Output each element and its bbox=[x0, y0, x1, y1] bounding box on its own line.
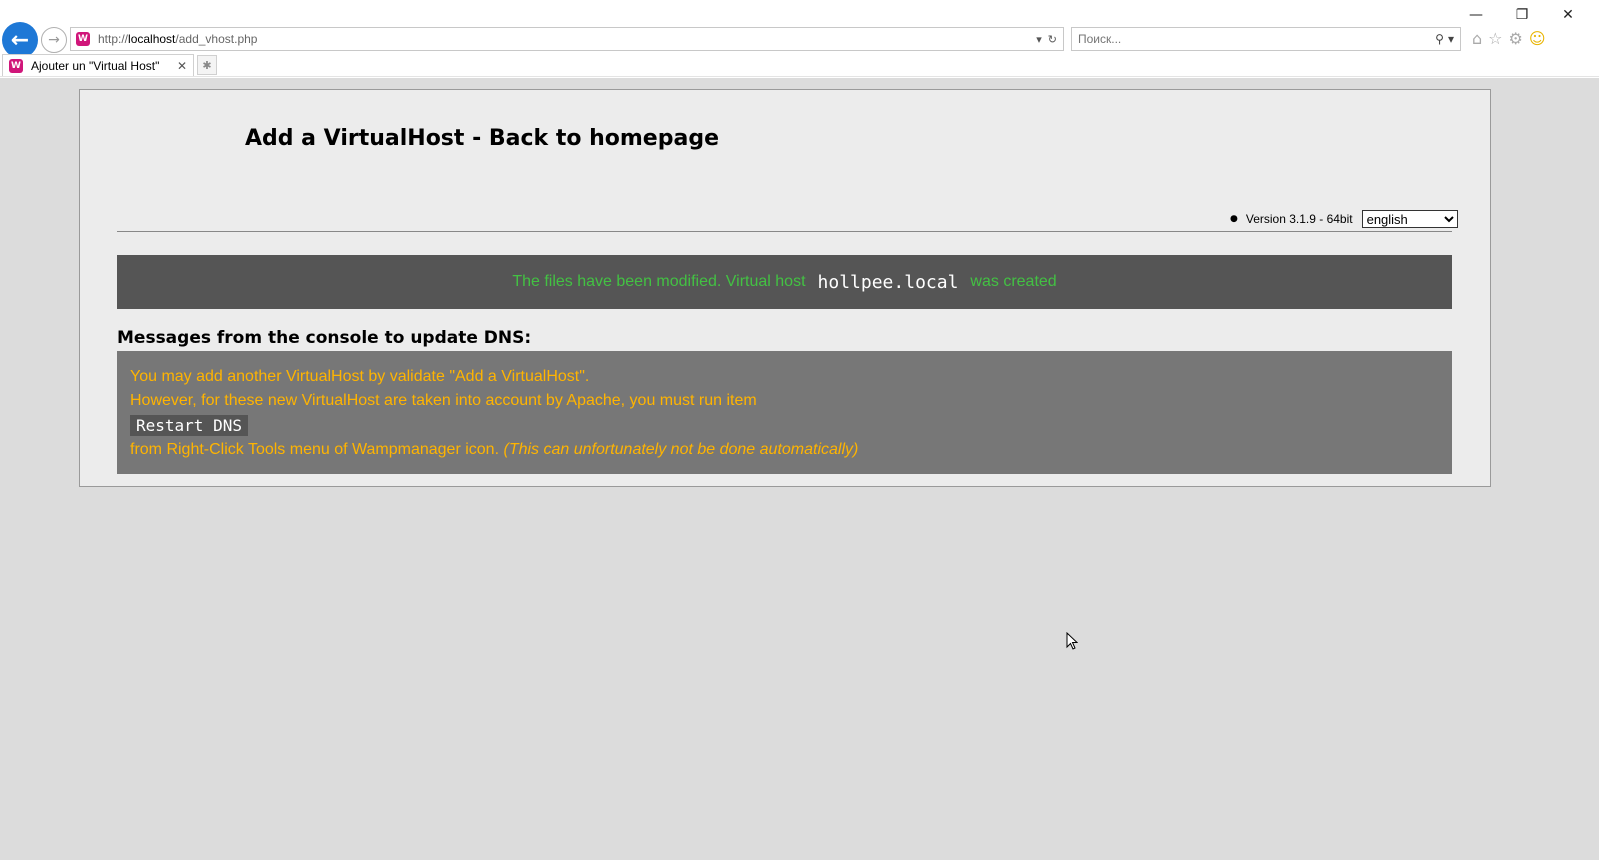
tab-active[interactable]: W Ajouter un "Virtual Host" ✕ bbox=[2, 54, 194, 76]
smiley-icon[interactable]: ☺ bbox=[1529, 29, 1546, 48]
new-tab-icon[interactable]: ✱ bbox=[197, 55, 217, 75]
version-row: ● Version 3.1.9 - 64bit english bbox=[1230, 210, 1458, 228]
mouse-cursor-icon bbox=[1066, 632, 1078, 650]
browser-chrome: — ❐ ✕ ← → W http://localhost/add_vhost.p… bbox=[0, 0, 1599, 78]
dns-line-3: from Right-Click Tools menu of Wampmanag… bbox=[130, 441, 859, 458]
window-controls: — ❐ ✕ bbox=[1453, 4, 1591, 26]
address-bar[interactable]: W http://localhost/add_vhost.php ▾ ↻ bbox=[70, 27, 1064, 51]
chrome-divider bbox=[0, 76, 1599, 77]
search-bar[interactable]: ⚲ ▾ bbox=[1071, 27, 1461, 51]
notice-host: hollpee.local bbox=[817, 271, 959, 293]
favorites-star-icon[interactable]: ☆ bbox=[1488, 29, 1502, 48]
forward-arrow-icon[interactable]: → bbox=[41, 27, 67, 53]
tab-close-icon[interactable]: ✕ bbox=[177, 59, 187, 73]
divider bbox=[117, 231, 1452, 232]
home-icon[interactable]: ⌂ bbox=[1472, 29, 1482, 48]
notice-text-after: was created bbox=[970, 273, 1057, 290]
page-title[interactable]: Add a VirtualHost - Back to homepage bbox=[245, 126, 719, 151]
dns-message-box: You may add another VirtualHost by valid… bbox=[117, 351, 1452, 474]
version-label: Version 3.1.9 - 64bit bbox=[1245, 212, 1353, 226]
restore-icon[interactable]: ❐ bbox=[1499, 4, 1545, 26]
dns-line-1: You may add another VirtualHost by valid… bbox=[130, 368, 590, 385]
back-arrow-icon[interactable]: ← bbox=[2, 22, 38, 58]
bullet: ● bbox=[1230, 214, 1238, 224]
refresh-icon[interactable]: ↻ bbox=[1048, 33, 1057, 46]
tab-favicon: W bbox=[9, 58, 23, 73]
dns-line-2: However, for these new VirtualHost are t… bbox=[130, 392, 757, 409]
site-favicon: W bbox=[76, 32, 90, 46]
close-icon[interactable]: ✕ bbox=[1545, 4, 1591, 26]
restart-dns-command: Restart DNS bbox=[130, 415, 248, 436]
minimize-icon[interactable]: — bbox=[1453, 4, 1499, 26]
address-url[interactable]: http://localhost/add_vhost.php bbox=[98, 32, 1036, 46]
search-input[interactable] bbox=[1078, 32, 1436, 46]
language-select[interactable]: english bbox=[1361, 210, 1458, 228]
settings-gear-icon[interactable]: ⚙ bbox=[1509, 29, 1523, 48]
dns-line-3-italic: (This can unfortunately not be done auto… bbox=[503, 441, 859, 458]
success-notice: The files have been modified. Virtual ho… bbox=[117, 255, 1452, 309]
toolbar-icons: ⌂ ☆ ⚙ ☺ bbox=[1472, 29, 1546, 48]
dropdown-icon[interactable]: ▾ bbox=[1036, 33, 1042, 46]
search-icon[interactable]: ⚲ bbox=[1435, 32, 1444, 46]
tab-title: Ajouter un "Virtual Host" bbox=[31, 58, 160, 73]
notice-text-before: The files have been modified. Virtual ho… bbox=[512, 273, 806, 290]
page-container: Add a VirtualHost - Back to homepage ● V… bbox=[79, 89, 1491, 487]
search-dropdown-icon[interactable]: ▾ bbox=[1448, 32, 1454, 46]
dns-heading: Messages from the console to update DNS: bbox=[117, 328, 532, 348]
